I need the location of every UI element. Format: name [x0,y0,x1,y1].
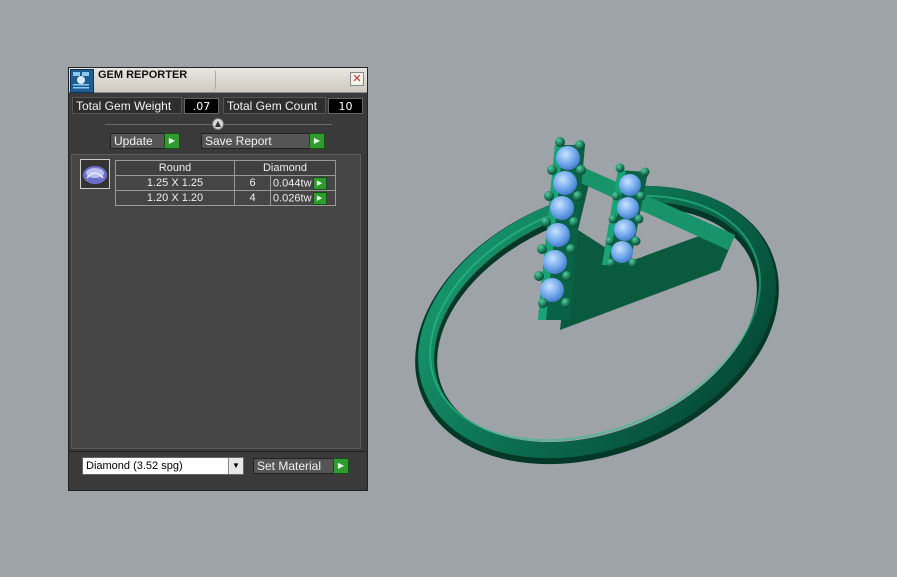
ring-3d-viewport[interactable] [380,100,800,500]
panel-divider [69,451,367,452]
material-select[interactable]: Diamond (3.52 spg) ▼ [82,457,244,475]
gem-reporter-panel: GEM REPORTER ✕ Total Gem Weight .07 Tota… [68,67,368,491]
material-header: Diamond [234,160,336,176]
gem-reporter-icon [70,69,94,93]
gem-list-area: Round Diamond 1.25 X 1.25 6 0.044tw ▶ 1.2… [71,154,361,449]
gem-count: 6 [234,175,271,191]
set-material-play-arrow-icon[interactable]: ▶ [333,458,349,474]
gem-count: 4 [234,190,271,206]
collapse-up-icon[interactable]: ▲ [212,118,224,130]
save-report-button[interactable]: Save Report [201,133,325,149]
ring-model [415,137,779,465]
gem-weight-cell: 0.026tw ▶ [270,190,336,206]
gem-table-header: Round Diamond [115,160,336,176]
cut-header: Round [115,160,235,176]
update-play-arrow-icon[interactable]: ▶ [164,133,180,149]
row-play-arrow-icon[interactable]: ▶ [312,176,327,190]
table-row[interactable]: 1.20 X 1.20 4 0.026tw ▶ [115,190,336,206]
total-gem-count-label: Total Gem Count [223,97,326,114]
round-diamond-gem-icon[interactable] [80,159,110,189]
set-material-button-label: Set Material [257,459,322,473]
total-gem-count-value: 10 [328,98,363,114]
chevron-down-icon[interactable]: ▼ [228,458,243,474]
update-button-label: Update [114,134,153,148]
close-icon[interactable]: ✕ [350,72,364,86]
total-gem-weight-label: Total Gem Weight [72,97,182,114]
gem-size: 1.20 X 1.20 [115,190,235,206]
title-bar[interactable]: GEM REPORTER ✕ [69,68,367,93]
panel-title: GEM REPORTER [98,69,188,81]
gem-size: 1.25 X 1.25 [115,175,235,191]
title-separator [215,71,216,89]
gem-weight: 0.026tw [273,191,312,204]
row-play-arrow-icon[interactable]: ▶ [312,191,327,205]
total-gem-weight-value: .07 [184,98,219,114]
material-select-value: Diamond (3.52 spg) [86,460,183,472]
gem-weight: 0.044tw [273,176,312,189]
gem-weight-cell: 0.044tw ▶ [270,175,336,191]
gem-table: Round Diamond 1.25 X 1.25 6 0.044tw ▶ 1.2… [115,160,336,206]
save-report-play-arrow-icon[interactable]: ▶ [309,133,325,149]
table-row[interactable]: 1.25 X 1.25 6 0.044tw ▶ [115,175,336,191]
save-report-button-label: Save Report [205,134,272,148]
